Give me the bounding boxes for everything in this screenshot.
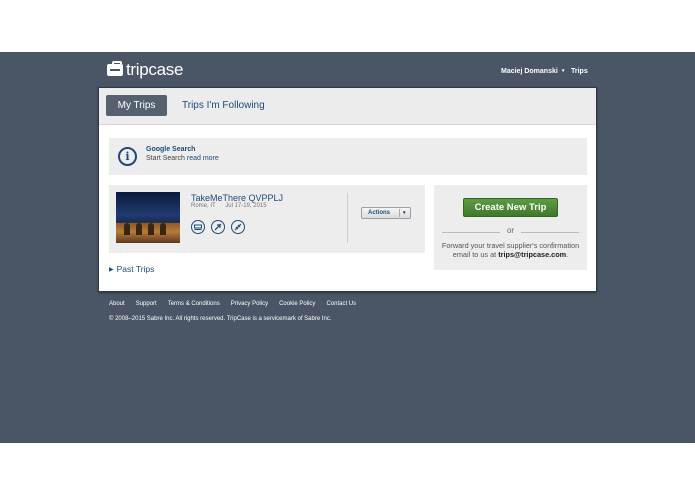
tripcase-logo[interactable]: tripcase: [107, 60, 184, 79]
logo-wordmark: tripcase: [126, 60, 184, 79]
trip-dates: Jul 17-19, 2015: [225, 203, 267, 209]
notice-title[interactable]: Google Search: [146, 146, 195, 153]
footer-link-cookie[interactable]: Cookie Policy: [279, 301, 315, 307]
suitcase-icon: [107, 61, 123, 76]
chevron-down-icon: ▾: [403, 209, 406, 216]
past-trips-toggle[interactable]: ▶ Past Trips: [109, 264, 154, 274]
rail-icon[interactable]: [231, 220, 245, 234]
user-name: Maciej Domanski: [501, 67, 558, 75]
info-icon: i: [118, 147, 137, 166]
past-trips-label: Past Trips: [116, 264, 155, 274]
read-more-link[interactable]: read more: [187, 155, 219, 162]
footer-link-contact[interactable]: Contact Us: [326, 301, 356, 307]
actions-label: Actions: [368, 209, 391, 216]
trip-meta: Rome, IT Jul 17-19, 2015: [191, 203, 267, 209]
hotel-icon[interactable]: [191, 220, 205, 234]
copyright-text: © 2008–2015 Sabre Inc. All rights reserv…: [109, 316, 332, 322]
flight-icon[interactable]: [211, 220, 225, 234]
forward-instructions: Forward your travel supplier's confirmat…: [434, 241, 587, 259]
trip-location: Rome, IT: [191, 203, 216, 209]
user-menu[interactable]: Maciej Domanski ▾: [501, 66, 564, 76]
photo-detail: [136, 223, 142, 235]
footer-links: About Support Terms & Conditions Privacy…: [109, 301, 367, 307]
forward-period: .: [566, 250, 569, 259]
or-text: or: [506, 226, 515, 235]
chevron-down-icon: ▾: [561, 68, 565, 74]
triangle-right-icon: ▶: [109, 266, 114, 273]
tabs-bar: My Trips Trips I'm Following: [99, 88, 596, 125]
notice-subtitle: Start Search read more: [146, 155, 219, 162]
photo-detail: [160, 223, 166, 235]
google-search-notice: i Google Search Start Search read more: [109, 138, 587, 175]
actions-separator: [399, 209, 400, 217]
footer-link-privacy[interactable]: Privacy Policy: [231, 301, 268, 307]
trip-divider: [347, 193, 348, 243]
trip-photo-colosseum[interactable]: [116, 192, 180, 243]
create-new-trip-button[interactable]: Create New Trip: [463, 198, 558, 217]
photo-detail: [148, 223, 154, 235]
footer-link-about[interactable]: About: [109, 301, 125, 307]
nav-trips-link[interactable]: Trips: [571, 66, 588, 76]
notice-subtitle-text: Start Search: [146, 155, 185, 162]
trip-name-link[interactable]: TakeMeThere QVPPLJ: [191, 193, 283, 203]
trips-email-link[interactable]: trips@tripcase.com: [498, 250, 566, 259]
photo-detail: [124, 223, 130, 235]
actions-dropdown-button[interactable]: Actions ▾: [361, 207, 411, 219]
footer-link-support[interactable]: Support: [136, 301, 157, 307]
tab-my-trips[interactable]: My Trips: [106, 95, 167, 116]
footer-link-terms[interactable]: Terms & Conditions: [168, 301, 220, 307]
tab-trips-following[interactable]: Trips I'm Following: [182, 95, 265, 116]
create-trip-panel: Create New Trip or Forward your travel s…: [434, 185, 587, 270]
trip-card: TakeMeThere QVPPLJ Rome, IT Jul 17-19, 2…: [109, 185, 425, 253]
main-card: My Trips Trips I'm Following i Google Se…: [98, 87, 597, 292]
